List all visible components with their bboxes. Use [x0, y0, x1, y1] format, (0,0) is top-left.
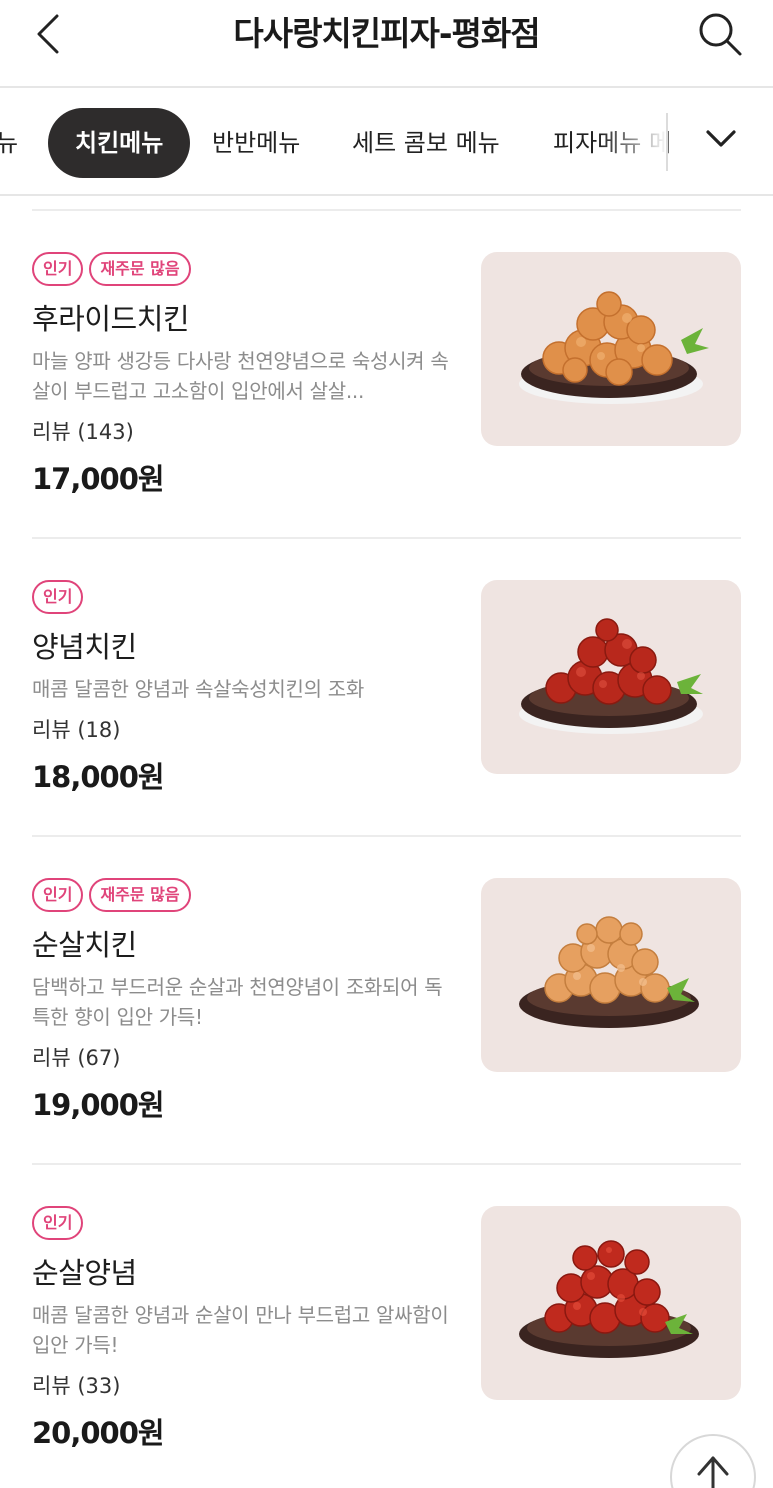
tab-partial[interactable]: 뉴 [0, 108, 18, 178]
menu-item-image [481, 252, 741, 446]
tab-chicken-menu[interactable]: 치킨메뉴 [48, 108, 191, 178]
tab-set-combo-menu[interactable]: 세트 콤보 메뉴 [352, 108, 500, 178]
badge-group: 인기 [32, 580, 84, 616]
chevron-down-icon [706, 130, 736, 147]
popular-badge: 인기 [32, 252, 84, 286]
menu-item[interactable]: 인기 재주문 많음 순살치킨 담백하고 부드러운 순살과 천연양념이 조화되어 … [0, 878, 773, 1178]
menu-item-image [481, 1206, 741, 1400]
divider [32, 537, 741, 539]
more-tabs-button[interactable] [698, 116, 744, 162]
menu-item-name: 순살치킨 [32, 928, 137, 962]
menu-item-description: 매콤 달콤한 양념과 속살숙성치킨의 조화 [32, 677, 364, 701]
badge-group: 인기 재주문 많음 [32, 878, 191, 914]
reorder-badge: 재주문 많음 [89, 878, 191, 912]
menu-item-name: 후라이드치킨 [32, 302, 190, 336]
review-count: 리뷰 (143) [32, 420, 134, 444]
divider [32, 1163, 741, 1165]
menu-item[interactable]: 인기 재주문 많음 후라이드치킨 마늘 양파 생강등 다사랑 천연양념으로 숙성… [0, 252, 773, 552]
menu-item-image [481, 878, 741, 1072]
tab-fade-overlay [600, 100, 668, 186]
menu-item-price: 20,000원 [32, 1416, 165, 1450]
menu-item-description: 마늘 양파 생강등 다사랑 천연양념으로 숙성시켜 속살이 부드럽고 고소함이 … [32, 349, 449, 403]
divider [32, 835, 741, 837]
search-icon [699, 13, 742, 56]
menu-item-name: 양념치킨 [32, 630, 137, 664]
menu-item-price: 17,000원 [32, 462, 165, 496]
reorder-badge: 재주문 많음 [89, 252, 191, 286]
top-app-bar: 다사랑치킨피자-평화점 [0, 0, 773, 88]
menu-item[interactable]: 인기 순살양념 매콤 달콤한 양념과 순살이 만나 부드럽고 알싸함이 입안 가… [0, 1206, 773, 1488]
review-count: 리뷰 (33) [32, 1374, 121, 1398]
page-title: 다사랑치킨피자-평화점 [233, 14, 540, 53]
review-count: 리뷰 (18) [32, 718, 121, 742]
badge-group: 인기 재주문 많음 [32, 252, 191, 288]
review-count: 리뷰 (67) [32, 1046, 121, 1070]
arrow-up-icon [697, 1456, 729, 1488]
menu-item-description: 매콤 달콤한 양념과 순살이 만나 부드럽고 알싸함이 입안 가득! [32, 1303, 449, 1357]
search-button[interactable] [694, 8, 746, 60]
badge-group: 인기 [32, 1206, 84, 1242]
popular-badge: 인기 [32, 580, 84, 614]
menu-item-price: 18,000원 [32, 760, 165, 794]
divider [32, 209, 741, 211]
menu-item-price: 19,000원 [32, 1088, 165, 1122]
popular-badge: 인기 [32, 1206, 84, 1240]
menu-item-description: 담백하고 부드러운 순살과 천연양념이 조화되어 독특한 향이 입안 가득! [32, 975, 443, 1029]
popular-badge: 인기 [32, 878, 84, 912]
category-tabs: 뉴 치킨메뉴 반반메뉴 세트 콤보 메뉴 피자메뉴 메 [0, 90, 773, 196]
menu-item-image [481, 580, 741, 774]
menu-item-name: 순살양념 [32, 1256, 137, 1290]
tab-half-menu[interactable]: 반반메뉴 [212, 108, 300, 178]
tab-divider [666, 113, 668, 171]
